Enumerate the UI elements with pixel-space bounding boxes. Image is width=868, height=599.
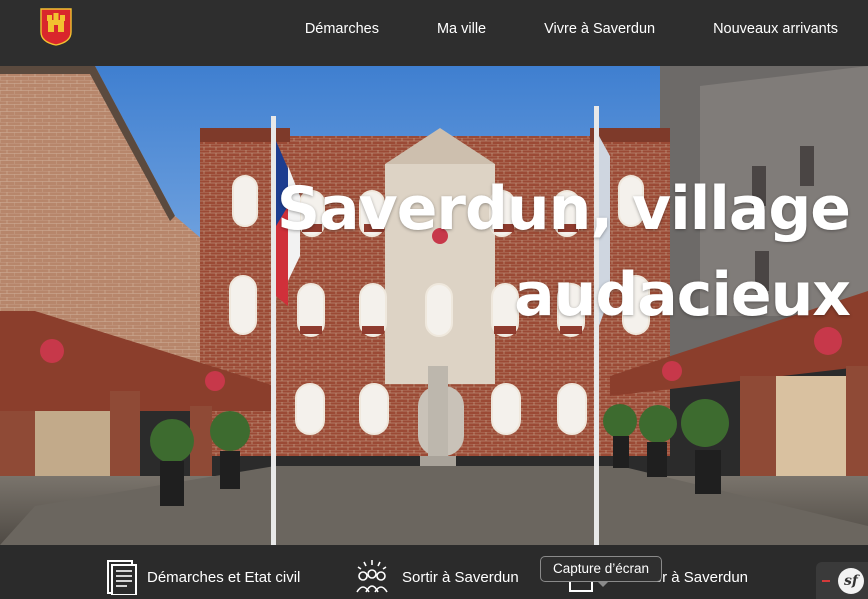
screenshot-tooltip: Capture d’écran xyxy=(540,556,663,587)
quick-link-demarches-label: Démarches et Etat civil xyxy=(147,568,301,586)
hero-title-line-2: audacieux xyxy=(514,260,851,330)
minimize-icon[interactable] xyxy=(822,580,830,582)
quick-link-sortir[interactable]: Sortir à Saverdun xyxy=(352,557,519,597)
nav-vivre-a-saverdun[interactable]: Vivre à Saverdun xyxy=(544,21,655,37)
cookie-widget[interactable]: sf xyxy=(816,562,868,599)
people-celebrate-icon xyxy=(356,560,388,593)
coat-of-arms-logo[interactable] xyxy=(40,8,72,46)
quick-link-demarches[interactable]: Démarches et Etat civil xyxy=(105,557,300,597)
sf-badge-icon[interactable]: sf xyxy=(838,568,864,594)
nav-demarches[interactable]: Démarches xyxy=(305,21,379,37)
nav-ma-ville[interactable]: Ma ville xyxy=(437,21,486,37)
nav-nouveaux-arrivants[interactable]: Nouveaux arrivants xyxy=(713,21,838,37)
hero-banner: Saverdun, village audacieux xyxy=(0,66,868,545)
document-icon xyxy=(107,560,137,595)
quick-link-sortir-label: Sortir à Saverdun xyxy=(402,568,519,586)
main-nav: Démarches Ma ville Vivre à Saverdun Nouv… xyxy=(305,0,838,58)
hero-title: Saverdun, village audacieux xyxy=(250,166,851,338)
site-header: Démarches Ma ville Vivre à Saverdun Nouv… xyxy=(0,0,868,66)
quick-links-bar: Démarches et Etat civil Sortir à Saverdu… xyxy=(0,545,868,599)
hero-title-line-1: Saverdun, village xyxy=(276,174,851,244)
